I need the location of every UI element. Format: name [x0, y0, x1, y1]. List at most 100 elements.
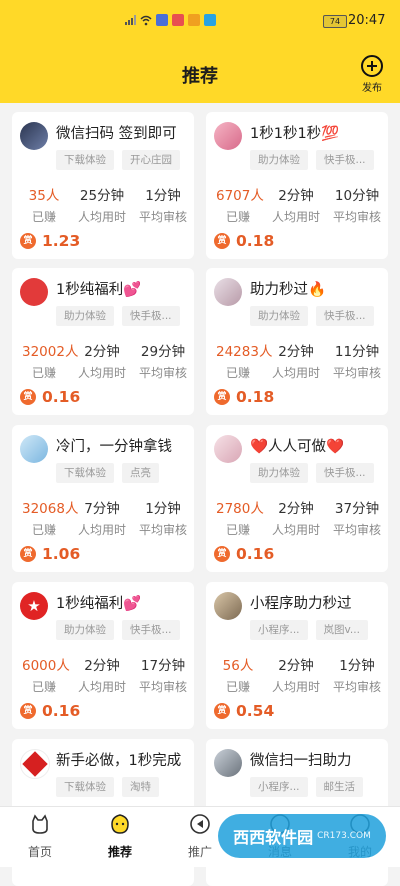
reward: 赏 0.16	[214, 545, 274, 563]
reward: 赏 0.18	[214, 232, 274, 250]
task-tag: 点亮	[122, 463, 159, 483]
page-title: 推荐	[182, 66, 218, 87]
avg-time-stat: 2分钟 人均用时	[271, 344, 320, 380]
photo-avatar	[20, 122, 48, 150]
avg-time-stat: 2分钟 人均用时	[77, 658, 126, 694]
reward-coin-icon: 赏	[214, 546, 230, 562]
plus-circle-icon	[361, 55, 383, 77]
reward: 赏 1.23	[20, 232, 80, 250]
telegram-icon	[204, 14, 216, 26]
cartoon-avatar	[214, 435, 242, 463]
task-tag: 下载体验	[56, 777, 114, 797]
avg-time-stat: 2分钟 人均用时	[271, 501, 320, 537]
earned-stat: 32002人 已赚	[22, 344, 79, 380]
task-tag: 助力体验	[250, 306, 308, 326]
wifi-icon	[140, 14, 152, 26]
task-tag: 快手极...	[316, 463, 374, 483]
avg-time-stat: 7分钟 人均用时	[77, 501, 126, 537]
task-card[interactable]: 小程序助力秒过 小程序... 岚图v... 56人 已赚 2分钟 人均用时 1分钟 平均审核赏 0…	[206, 582, 388, 729]
task-tag: 小程序...	[250, 777, 308, 797]
fu-avatar	[20, 749, 50, 779]
task-tag: 助力体验	[56, 306, 114, 326]
task-card[interactable]: 1秒纯福利💕 助力体验 快手极... 32002人 已赚 2分钟 人均用时 29分钟 平均审核赏…	[12, 268, 194, 415]
reward: 赏 0.16	[20, 702, 80, 720]
earned-stat: 6000人 已赚	[22, 658, 70, 694]
status-bar: 74 20:47	[0, 8, 400, 36]
home-cat-icon	[32, 814, 48, 834]
status-time: 20:47	[348, 13, 386, 28]
avg-review-stat: 1分钟 平均审核	[138, 188, 187, 224]
promote-icon	[190, 814, 210, 834]
publish-button[interactable]: 发布	[354, 54, 390, 94]
tab-home[interactable]: 首页	[10, 813, 70, 860]
task-card[interactable]: ★ 1秒纯福利💕 助力体验 快手极... 6000人 已赚 2分钟 人均用时 17分钟 平均审核赏…	[12, 582, 194, 729]
reward: 赏 0.54	[214, 702, 274, 720]
task-title: 微信扫码 签到即可	[56, 126, 177, 142]
earned-stat: 6707人 已赚	[216, 188, 264, 224]
task-title: 1秒纯福利💕	[56, 282, 142, 298]
task-tag: 快手极...	[122, 620, 180, 640]
app-notification-icon-3	[188, 14, 200, 26]
task-tag: 助力体验	[250, 150, 308, 170]
task-tag: 助力体验	[250, 463, 308, 483]
task-title: ❤️人人可做❤️	[250, 439, 345, 455]
avg-review-stat: 10分钟 平均审核	[332, 188, 381, 224]
task-card[interactable]: ❤️人人可做❤️ 助力体验 快手极... 2780人 已赚 2分钟 人均用时 37分钟 平均审核…	[206, 425, 388, 572]
avg-time-stat: 25分钟 人均用时	[77, 188, 126, 224]
earned-stat: 56人 已赚	[222, 658, 254, 694]
task-tag: 助力体验	[56, 620, 114, 640]
avg-review-stat: 11分钟 平均审核	[332, 344, 381, 380]
earned-stat: 35人 已赚	[28, 188, 60, 224]
task-tag: 淘特	[122, 777, 159, 797]
battery-indicator: 74	[323, 15, 347, 28]
task-title: 冷门，一分钟拿钱	[56, 439, 172, 455]
reward-coin-icon: 赏	[214, 703, 230, 719]
reward: 赏 0.18	[214, 388, 274, 406]
task-tag: 小程序...	[250, 620, 308, 640]
task-tag: 岚图v...	[315, 620, 368, 640]
task-tag: 快手极...	[122, 306, 180, 326]
avg-review-stat: 1分钟 平均审核	[138, 501, 187, 537]
reward-amount: 0.16	[236, 545, 275, 563]
avg-review-stat: 37分钟 平均审核	[332, 501, 381, 537]
task-tag: 邮生活	[315, 777, 364, 797]
reward-coin-icon: 赏	[214, 389, 230, 405]
task-title: 微信扫一扫助力	[250, 753, 352, 769]
earned-stat: 2780人 已赚	[216, 501, 264, 537]
red-avatar	[20, 278, 48, 306]
reward-amount: 0.18	[236, 232, 275, 250]
girl-avatar	[214, 278, 242, 306]
reward-coin-icon: 赏	[20, 389, 36, 405]
task-tag: 下载体验	[56, 463, 114, 483]
task-tag: 下载体验	[56, 150, 114, 170]
task-card[interactable]: 冷门，一分钟拿钱 下载体验 点亮 32068人 已赚 7分钟 人均用时 1分钟 平均审核赏 1.0…	[12, 425, 194, 572]
task-card[interactable]: 1秒1秒1秒💯 助力体验 快手极... 6707人 已赚 2分钟 人均用时 10分钟 平均审核赏…	[206, 112, 388, 259]
task-tag: 开心庄园	[122, 150, 180, 170]
reward-coin-icon: 赏	[20, 233, 36, 249]
reward-amount: 0.18	[236, 388, 275, 406]
earned-stat: 24283人 已赚	[216, 344, 273, 380]
reward: 赏 1.06	[20, 545, 80, 563]
site-watermark: 西西软件园 CR173.COM	[218, 814, 386, 858]
task-title: 1秒纯福利💕	[56, 596, 142, 612]
avg-review-stat: 29分钟 平均审核	[138, 344, 187, 380]
reward-coin-icon: 赏	[20, 703, 36, 719]
reward-amount: 0.16	[42, 388, 81, 406]
task-title: 小程序助力秒过	[250, 596, 352, 612]
task-tag: 快手极...	[316, 150, 374, 170]
top-header: 74 20:47 推荐 发布	[0, 0, 400, 103]
task-card[interactable]: 微信扫码 签到即可下载体验 开心庄园 35人 已赚 25分钟 人均用时 1分钟 平均审核赏 1.…	[12, 112, 194, 259]
avg-time-stat: 2分钟 人均用时	[271, 658, 320, 694]
tab-recommend[interactable]: 推荐	[90, 813, 150, 860]
signal-icon	[124, 14, 136, 26]
man2-avatar	[214, 749, 242, 777]
reward-coin-icon: 赏	[214, 233, 230, 249]
avg-time-stat: 2分钟 人均用时	[77, 344, 126, 380]
avg-review-stat: 17分钟 平均审核	[138, 658, 187, 694]
task-tag: 快手极...	[316, 306, 374, 326]
task-card[interactable]: 助力秒过🔥 助力体验 快手极... 24283人 已赚 2分钟 人均用时 11分钟 平均审核赏 0…	[206, 268, 388, 415]
recommend-icon	[111, 814, 129, 834]
app-notification-icon-2	[172, 14, 184, 26]
blue-avatar	[20, 435, 48, 463]
app-notification-icon	[156, 14, 168, 26]
